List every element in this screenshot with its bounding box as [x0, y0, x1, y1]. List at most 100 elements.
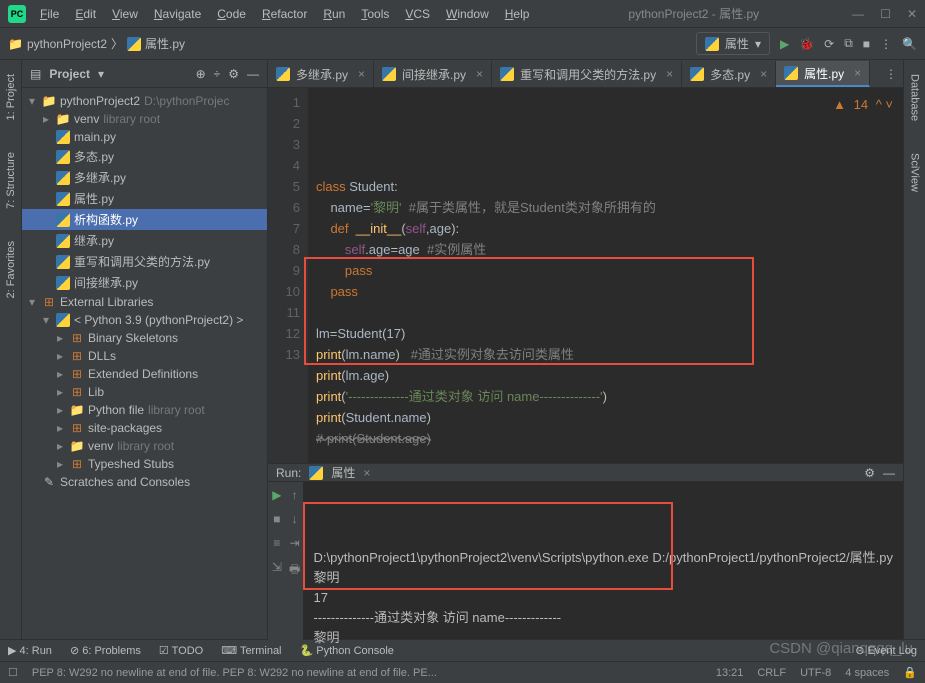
- tree-item[interactable]: ▾📁pythonProject2 D:\pythonProjec: [22, 92, 267, 110]
- menu-vcs[interactable]: VCS: [399, 5, 436, 23]
- locate-icon[interactable]: ⊕: [196, 67, 206, 81]
- code-line[interactable]: # print(Student.age): [316, 428, 895, 449]
- tool-window-button[interactable]: ▶ 4: Run: [8, 644, 52, 657]
- run-config-selector[interactable]: 属性 ▾: [696, 32, 770, 55]
- code-line[interactable]: print(Student.name): [316, 407, 895, 428]
- menu-navigate[interactable]: Navigate: [148, 5, 207, 23]
- up-button[interactable]: ↑: [292, 488, 298, 502]
- code-line[interactable]: class Student:: [316, 176, 895, 197]
- print-button[interactable]: 🖶: [289, 560, 300, 581]
- indent-setting[interactable]: 4 spaces: [845, 667, 889, 679]
- coverage-button[interactable]: ⟳: [824, 37, 834, 51]
- tree-item[interactable]: ▾⊞External Libraries: [22, 293, 267, 311]
- chevron-down-icon[interactable]: ▾: [98, 67, 104, 81]
- tree-item[interactable]: 继承.py: [22, 230, 267, 251]
- code-line[interactable]: def __init__(self,age):: [316, 218, 895, 239]
- menu-window[interactable]: Window: [440, 5, 495, 23]
- close-icon[interactable]: ×: [854, 66, 861, 80]
- tree-item[interactable]: 析构函数.py: [22, 209, 267, 230]
- editor-tab[interactable]: 多继承.py×: [268, 61, 374, 87]
- menu-tools[interactable]: Tools: [355, 5, 395, 23]
- hide-icon[interactable]: —: [247, 67, 259, 81]
- tool-window-button[interactable]: ⊘ 6: Problems: [70, 644, 141, 657]
- run-tab-label[interactable]: 属性: [331, 464, 355, 481]
- search-button[interactable]: 🔍: [902, 37, 917, 51]
- expand-icon[interactable]: ÷: [214, 67, 221, 81]
- maximize-button[interactable]: ☐: [880, 7, 891, 21]
- tree-item[interactable]: main.py: [22, 128, 267, 146]
- profile-button[interactable]: ⧉: [844, 36, 853, 51]
- tool-tab[interactable]: 1: Project: [3, 68, 19, 126]
- breadcrumb-item[interactable]: 📁pythonProject2: [8, 37, 107, 51]
- tree-item[interactable]: ▸⊞Lib: [22, 383, 267, 401]
- settings-icon[interactable]: ⚙: [228, 67, 239, 81]
- tree-item[interactable]: ▸⊞Binary Skeletons: [22, 329, 267, 347]
- menu-edit[interactable]: Edit: [69, 5, 102, 23]
- close-button[interactable]: ✕: [907, 7, 917, 21]
- status-icon[interactable]: ☐: [8, 666, 18, 679]
- code-line[interactable]: [316, 302, 895, 323]
- stop-button[interactable]: ■: [863, 37, 870, 51]
- hide-icon[interactable]: —: [883, 466, 895, 480]
- tree-item[interactable]: ▸⊞Extended Definitions: [22, 365, 267, 383]
- tree-item[interactable]: 重写和调用父类的方法.py: [22, 251, 267, 272]
- editor-tab[interactable]: 多态.py×: [682, 61, 776, 87]
- tool-window-button[interactable]: ☑ TODO: [159, 644, 203, 657]
- editor-tab[interactable]: 重写和调用父类的方法.py×: [492, 61, 682, 87]
- minimize-button[interactable]: —: [852, 7, 864, 21]
- code-line[interactable]: print(lm.name) #通过实例对象去访问类属性: [316, 344, 895, 365]
- code-content[interactable]: ▲ 14 ^ ˅ class Student: name='黎明' #属于类属性…: [308, 88, 903, 463]
- menu-refactor[interactable]: Refactor: [256, 5, 313, 23]
- code-line[interactable]: self.age=age #实例属性: [316, 239, 895, 260]
- close-icon[interactable]: ×: [666, 67, 673, 81]
- tree-item[interactable]: ▸⊞Typeshed Stubs: [22, 455, 267, 473]
- file-encoding[interactable]: UTF-8: [800, 667, 831, 679]
- caret-position[interactable]: 13:21: [716, 667, 744, 679]
- layout-button[interactable]: ≡: [273, 536, 280, 550]
- lock-icon[interactable]: 🔒: [903, 666, 917, 679]
- wrap-button[interactable]: ⇥: [290, 536, 300, 550]
- project-view-icon[interactable]: ▤: [30, 67, 41, 81]
- tree-item[interactable]: ▸⊞DLLs: [22, 347, 267, 365]
- menu-code[interactable]: Code: [211, 5, 252, 23]
- menu-view[interactable]: View: [106, 5, 144, 23]
- tree-item[interactable]: 间接继承.py: [22, 272, 267, 293]
- stop-button[interactable]: ■: [273, 512, 280, 526]
- run-button[interactable]: ▶: [780, 37, 789, 51]
- code-line[interactable]: pass: [316, 281, 895, 302]
- tree-item[interactable]: 多继承.py: [22, 167, 267, 188]
- debug-button[interactable]: 🐞: [799, 37, 814, 51]
- tree-item[interactable]: ✎Scratches and Consoles: [22, 473, 267, 491]
- tree-item[interactable]: ▸📁venv library root: [22, 437, 267, 455]
- code-line[interactable]: print('--------------通过类对象 访问 name------…: [316, 386, 895, 407]
- close-icon[interactable]: ×: [363, 466, 370, 480]
- menu-help[interactable]: Help: [499, 5, 536, 23]
- code-editor[interactable]: 12345678910111213 ▲ 14 ^ ˅ class Student…: [268, 88, 903, 463]
- code-line[interactable]: pass: [316, 260, 895, 281]
- tree-item[interactable]: ▸📁venv library root: [22, 110, 267, 128]
- tabs-more-icon[interactable]: ⋮: [879, 61, 903, 87]
- pin-button[interactable]: ⇲: [272, 560, 282, 574]
- code-line[interactable]: name='黎明' #属于类属性，就是Student类对象所拥有的: [316, 197, 895, 218]
- tool-tab[interactable]: 2: Favorites: [3, 235, 19, 304]
- rerun-button[interactable]: ▶: [272, 488, 281, 502]
- console-output[interactable]: D:\pythonProject1\pythonProject2\venv\Sc…: [303, 482, 903, 654]
- tool-tab[interactable]: Database: [907, 68, 923, 127]
- menu-file[interactable]: File: [34, 5, 65, 23]
- editor-tab[interactable]: 属性.py×: [776, 61, 870, 87]
- tree-item[interactable]: ▾< Python 3.9 (pythonProject2) >: [22, 311, 267, 329]
- code-line[interactable]: lm=Student(17): [316, 323, 895, 344]
- code-line[interactable]: print(lm.age): [316, 365, 895, 386]
- down-button[interactable]: ↓: [292, 512, 298, 526]
- tree-item[interactable]: ▸⊞site-packages: [22, 419, 267, 437]
- tool-tab[interactable]: SciView: [907, 147, 923, 198]
- settings-icon[interactable]: ⚙: [864, 466, 875, 480]
- line-separator[interactable]: CRLF: [757, 667, 786, 679]
- menu-run[interactable]: Run: [317, 5, 351, 23]
- close-icon[interactable]: ×: [760, 67, 767, 81]
- tree-item[interactable]: 属性.py: [22, 188, 267, 209]
- editor-tab[interactable]: 间接继承.py×: [374, 61, 492, 87]
- close-icon[interactable]: ×: [476, 67, 483, 81]
- inspection-badge[interactable]: ▲ 14 ^ ˅: [833, 94, 893, 115]
- tool-window-button[interactable]: ⌨ Terminal: [221, 644, 281, 657]
